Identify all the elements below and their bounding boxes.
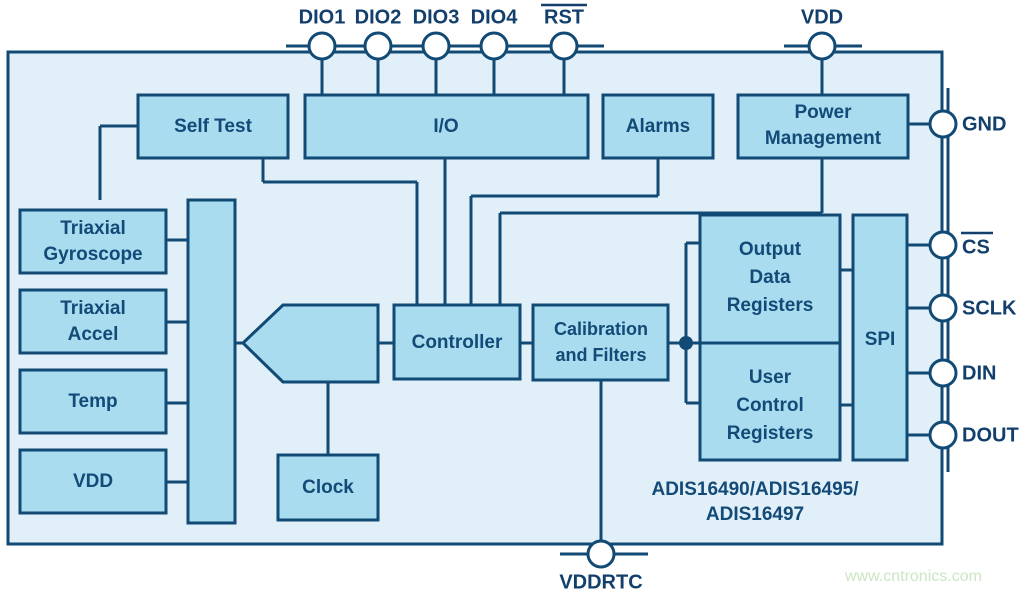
- pin-dio1-circle[interactable]: [307, 31, 337, 61]
- block-output-data-registers: Output Data Registers: [698, 213, 842, 345]
- block-diagram-root: Self Test I/O Alarms Power Management Tr…: [0, 0, 1031, 598]
- block-vdd-sensor-label: VDD: [73, 471, 113, 492]
- block-alarms-label: Alarms: [626, 116, 690, 137]
- block-calibration-label-line2: and Filters: [555, 345, 646, 365]
- pin-vdd-circle[interactable]: [807, 31, 837, 61]
- block-power-management: Power Management: [736, 93, 910, 160]
- pin-gnd[interactable]: GND: [928, 109, 1006, 139]
- block-triaxial-accel-label-line2: Accel: [68, 324, 119, 345]
- block-self-test: Self Test: [136, 93, 290, 160]
- pin-gnd-circle[interactable]: [928, 109, 958, 139]
- block-output-data-registers-label-line2: Data: [749, 267, 791, 288]
- block-clock: Clock: [276, 453, 380, 522]
- pin-cs[interactable]: CS: [928, 230, 993, 260]
- pin-vddrtc-label: VDDRTC: [559, 571, 642, 593]
- block-calibration-and-filters: Calibration and Filters: [531, 303, 670, 382]
- block-calibration-label-line1: Calibration: [554, 319, 648, 339]
- block-triaxial-gyroscope-label-line2: Gyroscope: [43, 244, 142, 265]
- block-user-control-registers: User Control Registers: [698, 341, 842, 462]
- block-output-data-registers-label-line3: Registers: [727, 295, 814, 316]
- block-controller: Controller: [392, 303, 522, 381]
- part-number-line2: ADIS16497: [706, 504, 804, 525]
- pin-rst-circle[interactable]: [549, 31, 579, 61]
- pin-dio2-label: DIO2: [355, 6, 402, 28]
- pin-din-circle[interactable]: [928, 358, 958, 388]
- pin-din[interactable]: DIN: [928, 358, 996, 388]
- block-triaxial-gyroscope-label-line1: Triaxial: [60, 218, 126, 239]
- pin-rst-label: RST: [544, 6, 584, 28]
- block-user-control-registers-label-line2: Control: [736, 395, 804, 416]
- pin-dout-circle[interactable]: [928, 420, 958, 450]
- pin-sclk-label: SCLK: [962, 297, 1017, 319]
- block-triaxial-accel: Triaxial Accel: [18, 288, 168, 355]
- pin-cs-circle[interactable]: [928, 230, 958, 260]
- block-power-management-label-line2: Management: [765, 128, 882, 149]
- block-alarms: Alarms: [601, 93, 715, 160]
- block-vdd-sensor: VDD: [18, 448, 168, 515]
- block-controller-label: Controller: [412, 332, 503, 353]
- part-number-line1: ADIS16490/ADIS16495/: [651, 479, 859, 500]
- functional-block-diagram: Self Test I/O Alarms Power Management Tr…: [6, 3, 1019, 593]
- pin-dout-label: DOUT: [962, 424, 1019, 446]
- block-user-control-registers-label-line3: Registers: [727, 423, 814, 444]
- pin-vddrtc[interactable]: VDDRTC: [559, 539, 643, 593]
- pin-cs-label: CS: [962, 236, 990, 258]
- block-triaxial-accel-label-line1: Triaxial: [60, 298, 126, 319]
- block-spi: SPI: [851, 213, 909, 462]
- block-triaxial-gyroscope: Triaxial Gyroscope: [18, 208, 168, 275]
- block-temp-label: Temp: [68, 391, 117, 412]
- block-user-control-registers-label-line1: User: [749, 367, 792, 388]
- block-self-test-label: Self Test: [174, 116, 252, 137]
- block-spi-label: SPI: [865, 329, 896, 350]
- pin-gnd-label: GND: [962, 113, 1006, 135]
- pin-vddrtc-circle[interactable]: [586, 539, 616, 569]
- pin-dio3-circle[interactable]: [421, 31, 451, 61]
- pin-dio4-circle[interactable]: [479, 31, 509, 61]
- pin-sclk[interactable]: SCLK: [928, 293, 1017, 323]
- pin-din-label: DIN: [962, 362, 996, 384]
- block-clock-label: Clock: [302, 477, 354, 498]
- block-io: I/O: [303, 93, 590, 160]
- block-temp: Temp: [18, 368, 168, 435]
- block-io-label: I/O: [433, 116, 458, 137]
- pin-dio1-label: DIO1: [299, 6, 346, 28]
- sensor-bus-bar: [186, 198, 237, 525]
- wire-junction-dot: [679, 336, 693, 350]
- pin-vdd-label: VDD: [801, 6, 843, 28]
- block-output-data-registers-label-line1: Output: [739, 239, 802, 260]
- pin-sclk-circle[interactable]: [928, 293, 958, 323]
- pin-dio4-label: DIO4: [471, 6, 519, 28]
- block-power-management-label-line1: Power: [794, 102, 852, 123]
- watermark-text: www.cntronics.com: [844, 568, 982, 585]
- pin-dio3-label: DIO3: [413, 6, 460, 28]
- pin-dout[interactable]: DOUT: [928, 420, 1019, 450]
- pin-dio2-circle[interactable]: [363, 31, 393, 61]
